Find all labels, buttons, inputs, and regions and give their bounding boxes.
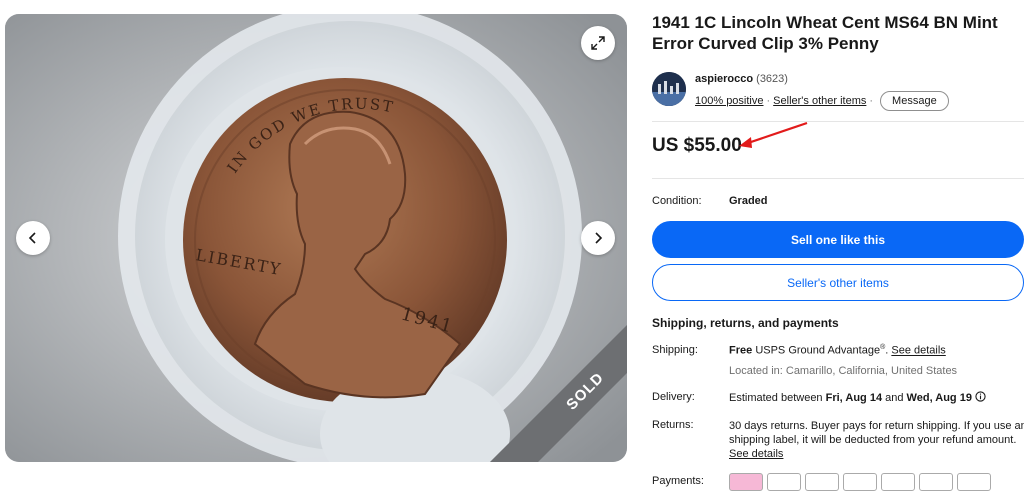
condition-label: Condition: [652, 195, 702, 207]
seller-feedback-count: (3623) [756, 73, 788, 85]
payment-icon [919, 473, 953, 491]
condition-value: Graded [729, 195, 768, 207]
returns-label: Returns: [652, 419, 694, 431]
chevron-left-icon [28, 232, 36, 244]
delivery-value: Estimated between Fri, Aug 14 and Wed, A… [729, 391, 986, 404]
payment-icon [957, 473, 991, 491]
coin-photo: IN GOD WE TRUST LIBERTY 1941 [5, 14, 627, 462]
message-seller-button[interactable]: Message [880, 91, 949, 111]
next-image-button[interactable] [581, 221, 615, 255]
sell-one-like-this-button[interactable]: Sell one like this [652, 221, 1024, 258]
expand-icon [591, 36, 605, 50]
delivery-label: Delivery: [652, 391, 695, 403]
payments-label: Payments: [652, 475, 704, 487]
returns-see-details-link[interactable]: See details [729, 448, 783, 460]
payment-icon [843, 473, 877, 491]
payment-methods [729, 473, 991, 491]
info-icon[interactable] [975, 391, 986, 402]
shipping-see-details-link[interactable]: See details [891, 345, 945, 357]
payment-icon [805, 473, 839, 491]
seller-name-line: aspierocco (3623) [695, 73, 788, 85]
returns-value: 30 days returns. Buyer pays for return s… [729, 420, 1024, 460]
item-location: Located in: Camarillo, California, Unite… [729, 365, 958, 377]
seller-card: aspierocco (3623) 100% positive · Seller… [652, 72, 1024, 112]
shipping-label: Shipping: [652, 344, 698, 356]
annotation-arrow [739, 121, 808, 148]
seller-name[interactable]: aspierocco [695, 73, 753, 85]
fullscreen-button[interactable] [581, 26, 615, 60]
sellers-other-items-button[interactable]: Seller's other items [652, 264, 1024, 301]
listing-title: 1941 1C Lincoln Wheat Cent MS64 BN Mint … [652, 13, 998, 53]
image-gallery[interactable]: IN GOD WE TRUST LIBERTY 1941 SOLD [5, 14, 627, 462]
listing-price: US $55.00 [652, 135, 742, 156]
shipping-section-title: Shipping, returns, and payments [652, 316, 839, 330]
seller-avatar[interactable] [652, 72, 686, 106]
payment-icon [881, 473, 915, 491]
seller-other-items-link[interactable]: Seller's other items [773, 95, 866, 107]
listing-details-panel: 1941 1C Lincoln Wheat Cent MS64 BN Mint … [652, 0, 1024, 491]
seller-positive-link[interactable]: 100% positive [695, 95, 764, 107]
divider [652, 178, 1024, 179]
payment-icon [767, 473, 801, 491]
payment-icon [729, 473, 763, 491]
divider [652, 121, 1024, 122]
shipping-value: Free USPS Ground Advantage®. See details [729, 344, 946, 357]
previous-image-button[interactable] [16, 221, 50, 255]
chevron-right-icon [595, 232, 603, 244]
seller-links: 100% positive · Seller's other items · M… [695, 91, 949, 111]
